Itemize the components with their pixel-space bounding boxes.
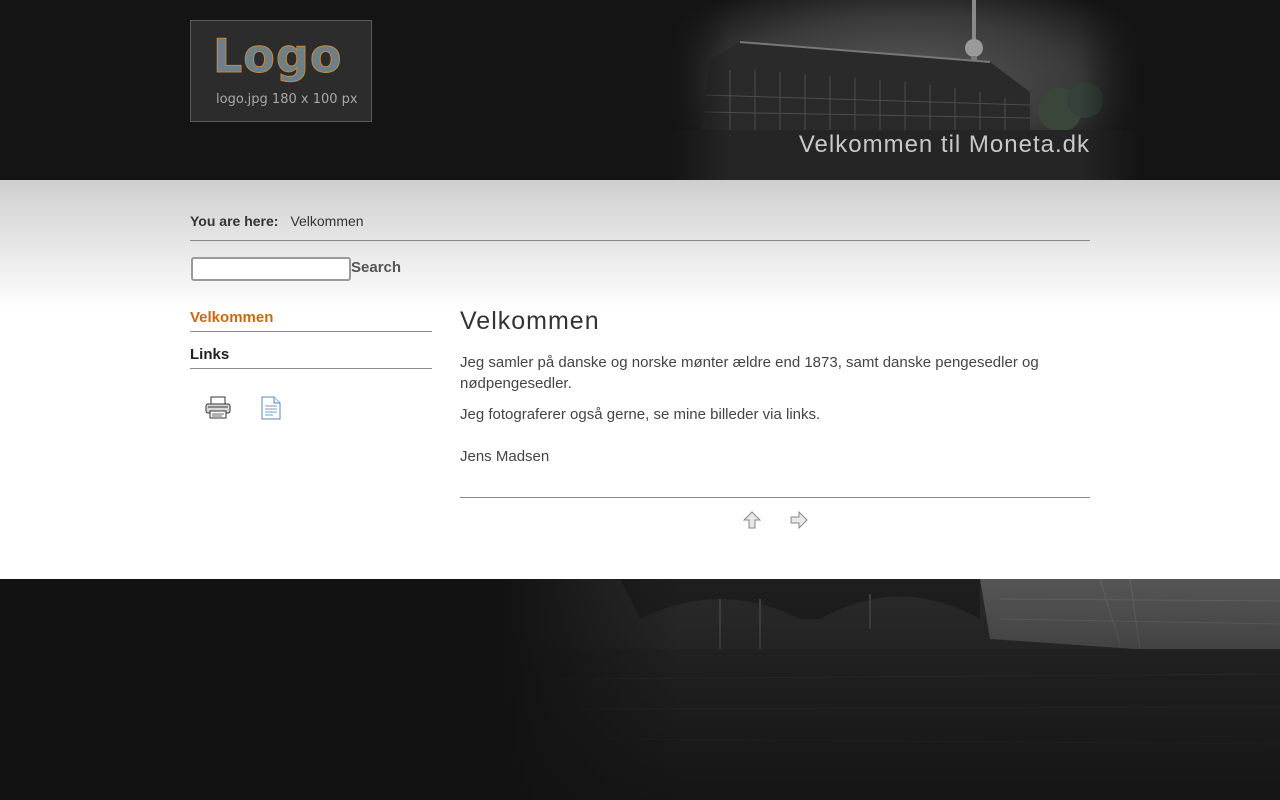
up-arrow-icon[interactable] bbox=[742, 511, 762, 534]
article-divider bbox=[460, 497, 1090, 498]
logo-text: Logo bbox=[212, 29, 343, 84]
next-arrow-icon[interactable] bbox=[789, 510, 809, 534]
breadcrumb: You are here: Velkommen bbox=[190, 213, 1090, 229]
document-icon[interactable] bbox=[261, 396, 281, 425]
search-button[interactable]: Search bbox=[351, 259, 401, 276]
breadcrumb-current: Velkommen bbox=[290, 213, 364, 229]
site-title: Velkommen til Moneta.dk bbox=[798, 131, 1090, 158]
main-content-area: You are here: Velkommen Search Velkommen … bbox=[0, 180, 1280, 579]
search-input[interactable] bbox=[191, 257, 351, 281]
sidebar-item-links[interactable]: Links bbox=[190, 346, 432, 369]
article-paragraph: Jeg fotograferer også gerne, se mine bil… bbox=[460, 406, 821, 423]
site-logo[interactable]: Logo logo.jpg 180 x 100 px bbox=[190, 20, 372, 122]
print-icon[interactable] bbox=[205, 396, 231, 425]
logo-caption: logo.jpg 180 x 100 px bbox=[216, 92, 358, 107]
breadcrumb-label: You are here: bbox=[190, 213, 279, 229]
article-paragraph: Jeg samler på danske og norske mønter æl… bbox=[460, 354, 1039, 392]
sidebar-item-velkommen[interactable]: Velkommen bbox=[190, 309, 432, 332]
site-footer bbox=[0, 579, 1280, 800]
breadcrumb-divider bbox=[190, 240, 1090, 241]
page-title: Velkommen bbox=[460, 307, 600, 335]
article-signature: Jens Madsen bbox=[460, 448, 550, 465]
site-header: Logo logo.jpg 180 x 100 px Velkommen til… bbox=[0, 0, 1280, 180]
